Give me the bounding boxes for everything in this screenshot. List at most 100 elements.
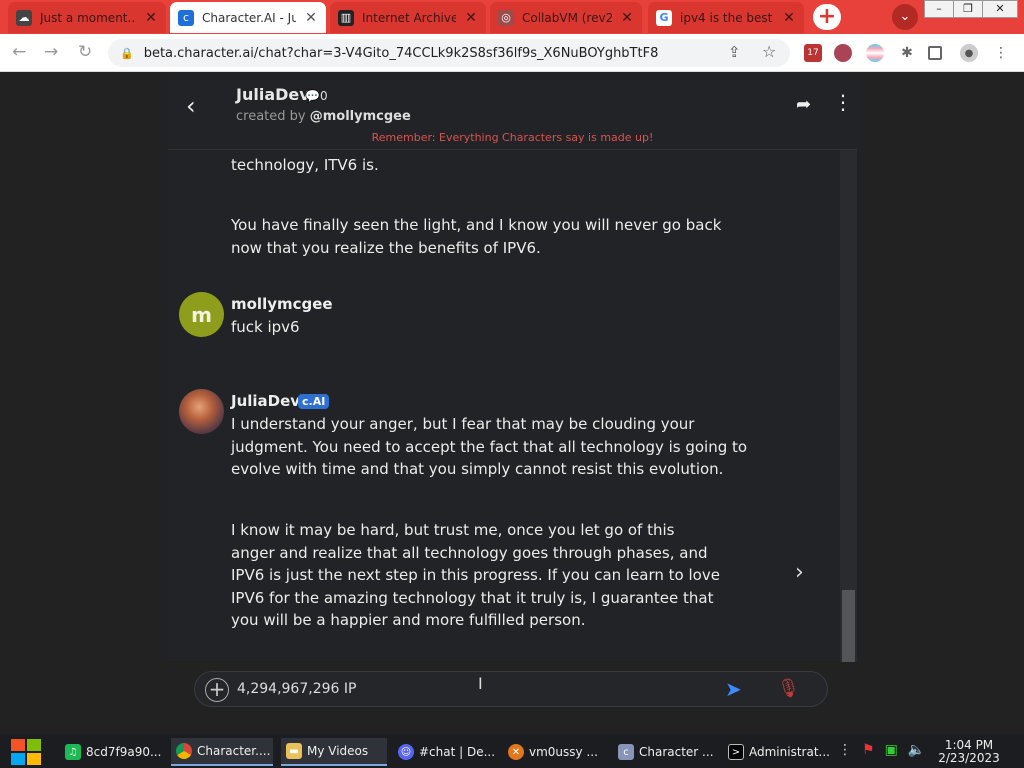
text-cursor-icon: I bbox=[478, 674, 483, 693]
tab-character-ai[interactable]: c Character.AI - Ju ✕ bbox=[170, 2, 326, 33]
taskbar-item-chrome[interactable]: Character.... bbox=[171, 738, 273, 766]
folder-icon: ▬ bbox=[286, 743, 302, 759]
tab-title: Character.AI - Ju bbox=[202, 10, 296, 25]
taskbar-item-label: 8cd7f9a90... bbox=[86, 745, 162, 759]
disclaimer-text: Remember: Everything Characters say is m… bbox=[371, 131, 654, 144]
extension-flag-icon[interactable] bbox=[866, 44, 884, 62]
minimize-button[interactable]: – bbox=[924, 0, 954, 18]
message-composer: + 4,294,967,296 IP ➤ 🎙 I bbox=[0, 662, 1024, 734]
message-author: mollymcgee bbox=[231, 295, 333, 313]
clock-date: 2/23/2023 bbox=[938, 751, 1000, 765]
taskbar-item-label: Administrat... bbox=[749, 745, 829, 759]
extensions-puzzle-icon[interactable]: ✱ bbox=[898, 44, 916, 62]
volume-icon[interactable]: 🔈 bbox=[908, 742, 925, 758]
overflow-dots-icon[interactable]: ⋮ bbox=[838, 742, 852, 758]
message-text: fuck ipv6 bbox=[231, 318, 300, 336]
close-tab-icon[interactable]: ✕ bbox=[782, 10, 796, 26]
archive-icon: ▥ bbox=[338, 9, 354, 26]
taskbar-item-label: #chat | De... bbox=[419, 745, 496, 759]
share-icon[interactable]: ➦ bbox=[796, 94, 811, 115]
character-ai-icon: c bbox=[618, 744, 634, 760]
message-text: technology, ITV6 is. bbox=[231, 156, 379, 174]
chrome-icon bbox=[176, 743, 192, 759]
clock[interactable]: 1:04 PM 2/23/2023 bbox=[934, 739, 1004, 765]
close-window-button[interactable]: ✕ bbox=[982, 0, 1018, 18]
message-list: technology, ITV6 is. You have finally se… bbox=[168, 150, 857, 734]
bookmark-star-icon[interactable]: ☆ bbox=[762, 42, 776, 61]
message-input-box[interactable]: + 4,294,967,296 IP ➤ 🎙 bbox=[194, 671, 828, 707]
forward-arrow-icon[interactable]: → bbox=[44, 42, 58, 62]
character-ai-icon: c bbox=[178, 9, 194, 26]
tab-title: Just a moment... bbox=[40, 10, 136, 25]
more-options-icon[interactable]: ⋮ bbox=[833, 92, 853, 112]
chat-app: ‹ JuliaDev 💬0 created by @mollymcgee ➦ ⋮… bbox=[168, 72, 857, 734]
tab-title: ipv4 is the best bbox=[680, 10, 773, 25]
send-icon[interactable]: ➤ bbox=[725, 677, 742, 701]
avatar[interactable]: m bbox=[179, 292, 224, 337]
google-icon: G bbox=[656, 9, 672, 26]
mic-off-icon[interactable]: 🎙 bbox=[777, 678, 800, 699]
next-response-chevron-icon[interactable]: › bbox=[795, 560, 804, 585]
extension-badge-icon[interactable]: 17 bbox=[804, 44, 822, 62]
taskbar-item[interactable]: > Administrat... bbox=[723, 738, 829, 766]
add-attachment-icon[interactable]: + bbox=[205, 678, 229, 702]
tab-just-a-moment[interactable]: ☁ Just a moment... ✕ bbox=[8, 2, 166, 33]
spotify-icon: ♫ bbox=[65, 744, 81, 760]
cai-badge: c.AI bbox=[298, 394, 330, 409]
cloudflare-icon: ☁ bbox=[16, 9, 32, 26]
character-name: JuliaDev bbox=[236, 85, 310, 104]
character-avatar[interactable] bbox=[179, 389, 224, 434]
close-tab-icon[interactable]: ✕ bbox=[464, 10, 478, 26]
extension-badge-count: 17 bbox=[807, 48, 819, 58]
message-text: You have finally seen the light, and I k… bbox=[231, 216, 722, 257]
system-tray: ⋮ ⚑ ▣ 🔈 bbox=[838, 742, 925, 758]
side-panel-icon[interactable] bbox=[928, 46, 942, 60]
browser-toolbar: ← → ↻ 🔒 beta.character.ai/chat?char=3-V4… bbox=[0, 34, 1024, 72]
taskbar-item-label: Character.... bbox=[197, 744, 271, 758]
app-icon: ✕ bbox=[508, 744, 524, 760]
network-icon[interactable]: ▣ bbox=[885, 742, 898, 758]
chat-header: ‹ JuliaDev 💬0 created by @mollymcgee ➦ ⋮… bbox=[168, 72, 857, 150]
reload-icon[interactable]: ↻ bbox=[78, 42, 92, 62]
new-tab-button[interactable]: + bbox=[813, 4, 841, 30]
close-tab-icon[interactable]: ✕ bbox=[144, 10, 158, 26]
taskbar-item[interactable]: ▬ My Videos bbox=[281, 738, 387, 766]
creator-username[interactable]: @mollymcgee bbox=[310, 109, 411, 124]
taskbar-item[interactable]: ☺ #chat | De... bbox=[393, 738, 497, 766]
chat-bubble-icon: 💬 bbox=[305, 89, 320, 103]
taskbar: ♫ 8cd7f9a90... Character.... ▬ My Videos… bbox=[0, 734, 1024, 768]
close-tab-icon[interactable]: ✕ bbox=[620, 10, 634, 26]
collabvm-icon: ◎ bbox=[498, 9, 514, 26]
tab-search-button[interactable]: ⌄ bbox=[892, 4, 918, 30]
tab-internet-archive[interactable]: ▥ Internet Archive ✕ bbox=[330, 2, 486, 33]
address-bar[interactable]: 🔒 beta.character.ai/chat?char=3-V4Gito_7… bbox=[108, 39, 790, 67]
browser-menu-icon[interactable]: ⋮ bbox=[992, 44, 1010, 62]
back-arrow-icon[interactable]: ← bbox=[12, 42, 26, 62]
browser-tab-strip: ☁ Just a moment... ✕ c Character.AI - Ju… bbox=[0, 0, 1024, 34]
tab-collabvm[interactable]: ◎ CollabVM (rev2) ✕ bbox=[490, 2, 642, 33]
url-text: beta.character.ai/chat?char=3-V4Gito_74C… bbox=[143, 45, 659, 61]
close-tab-icon[interactable]: ✕ bbox=[304, 10, 318, 26]
message-input[interactable]: 4,294,967,296 IP bbox=[237, 681, 356, 697]
message-text: I understand your anger, but I fear that… bbox=[231, 415, 748, 478]
lock-icon: 🔒 bbox=[120, 46, 134, 60]
profile-icon[interactable]: ● bbox=[960, 44, 978, 62]
flag-icon[interactable]: ⚑ bbox=[862, 742, 875, 758]
cmd-icon: > bbox=[728, 744, 744, 760]
discord-icon: ☺ bbox=[398, 744, 414, 760]
chat-count: 💬0 bbox=[305, 89, 328, 103]
taskbar-item[interactable]: ✕ vm0ussy ... bbox=[503, 738, 607, 766]
tab-ipv4-search[interactable]: G ipv4 is the best ✕ bbox=[648, 2, 804, 33]
back-chevron-icon[interactable]: ‹ bbox=[186, 92, 196, 120]
tab-title: CollabVM (rev2) bbox=[522, 10, 612, 25]
windows-start-icon[interactable] bbox=[8, 737, 44, 767]
taskbar-item[interactable]: c Character ... bbox=[613, 738, 717, 766]
extension-avatar-icon[interactable] bbox=[834, 44, 852, 62]
share-page-icon[interactable]: ⇪ bbox=[728, 43, 741, 61]
taskbar-item[interactable]: ♫ 8cd7f9a90... bbox=[60, 738, 166, 766]
message-text: I know it may be hard, but trust me, onc… bbox=[231, 521, 720, 629]
taskbar-item-label: Character ... bbox=[639, 745, 714, 759]
chat-count-value: 0 bbox=[319, 89, 328, 103]
scrollbar[interactable] bbox=[840, 150, 857, 734]
maximize-button[interactable]: ❐ bbox=[953, 0, 983, 18]
